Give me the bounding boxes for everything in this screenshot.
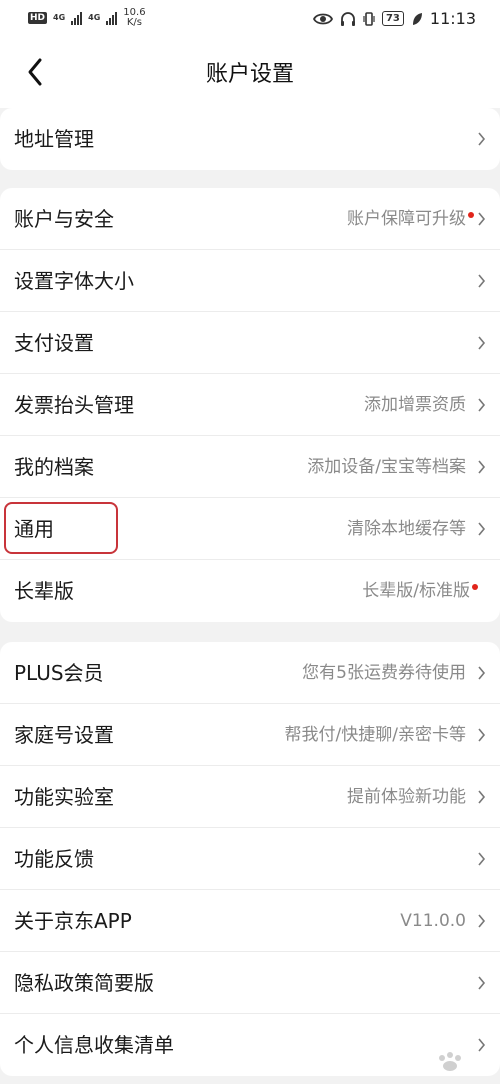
settings-group-3: PLUS会员 您有5张运费券待使用 家庭号设置 帮我付/快捷聊/亲密卡等 功能实… [0,642,500,1076]
settings-item-label: 支付设置 [14,331,94,355]
network-type-2: 4G [88,13,101,22]
network-speed: 10.6 K/s [123,8,145,28]
settings-item-label: 通用 [14,517,54,541]
chevron-right-icon [478,666,486,680]
settings-item-label: 地址管理 [14,127,94,151]
network-speed-unit: K/s [126,17,142,28]
notification-dot [468,212,474,218]
settings-item-font-size[interactable]: 设置字体大小 [0,250,500,312]
status-bar: HD 4G 4G 10.6 K/s 73 11:13 [0,0,500,36]
settings-item-plus[interactable]: PLUS会员 您有5张运费券待使用 [0,642,500,704]
settings-item-payment[interactable]: 支付设置 [0,312,500,374]
watermark-paw-icon [439,1052,461,1071]
settings-item-invoice[interactable]: 发票抬头管理 添加增票资质 [0,374,500,436]
chevron-right-icon [478,212,486,226]
settings-item-privacy[interactable]: 隐私政策简要版 [0,952,500,1014]
settings-item-label: 关于京东APP [14,909,132,933]
settings-item-value: 长辈版/标准版 [362,560,478,622]
chevron-right-icon [478,398,486,412]
clock-time: 11:13 [429,9,476,28]
chevron-right-icon [478,790,486,804]
chevron-right-icon [478,728,486,742]
settings-item-value: V11.0.0 [400,911,466,931]
settings-item-label: 设置字体大小 [14,269,134,293]
settings-item-label: 个人信息收集清单 [14,1033,174,1057]
settings-item-label: 发票抬头管理 [14,393,134,417]
eye-icon [312,13,333,24]
settings-group-1: 地址管理 [0,108,500,170]
status-bar-right: 73 11:13 [312,9,476,28]
settings-item-personal-info[interactable]: 个人信息收集清单 [0,1014,500,1076]
settings-item-value: 您有5张运费券待使用 [302,663,466,683]
settings-item-label: PLUS会员 [14,661,104,685]
settings-item-value: 帮我付/快捷聊/亲密卡等 [284,725,466,745]
settings-item-label: 长辈版 [14,579,74,603]
settings-item-elder-mode[interactable]: 长辈版 长辈版/标准版 [0,560,500,622]
chevron-right-icon [478,976,486,990]
chevron-right-icon [478,522,486,536]
settings-item-profile[interactable]: 我的档案 添加设备/宝宝等档案 [0,436,500,498]
settings-item-address[interactable]: 地址管理 [0,108,500,170]
settings-item-general[interactable]: 通用 清除本地缓存等 [0,498,500,560]
leaf-icon [412,12,422,25]
settings-item-value: 添加增票资质 [364,395,466,415]
chevron-right-icon [478,274,486,288]
nav-bar: 账户设置 [0,36,500,108]
settings-item-feedback[interactable]: 功能反馈 [0,828,500,890]
settings-item-label: 我的档案 [14,455,94,479]
page-title: 账户设置 [205,62,294,87]
settings-item-label: 功能实验室 [14,785,114,809]
settings-item-value: 提前体验新功能 [347,787,466,807]
signal-icon [71,11,83,25]
status-bar-left: HD 4G 4G 10.6 K/s [28,8,146,28]
settings-item-value: 添加设备/宝宝等档案 [307,457,466,477]
settings-item-family[interactable]: 家庭号设置 帮我付/快捷聊/亲密卡等 [0,704,500,766]
settings-item-value: 清除本地缓存等 [347,519,466,539]
chevron-right-icon [478,132,486,146]
settings-item-account-security[interactable]: 账户与安全 账户保障可升级 [0,188,500,250]
signal-icon [106,11,118,25]
settings-item-label: 家庭号设置 [14,723,114,747]
settings-item-label: 隐私政策简要版 [14,971,154,995]
notification-dot [472,584,478,590]
battery-icon: 73 [381,11,404,26]
settings-item-label: 功能反馈 [14,847,94,871]
hd-badge: HD [28,12,48,24]
settings-item-lab[interactable]: 功能实验室 提前体验新功能 [0,766,500,828]
chevron-right-icon [478,460,486,474]
settings-item-about[interactable]: 关于京东APP V11.0.0 [0,890,500,952]
settings-group-2: 账户与安全 账户保障可升级 设置字体大小 支付设置 发票抬头管理 添加增票资质 … [0,188,500,622]
settings-item-label: 账户与安全 [14,207,114,231]
chevron-right-icon [478,336,486,350]
headphones-icon [340,11,355,26]
settings-item-value: 账户保障可升级 [347,188,474,250]
vibrate-icon [363,11,375,26]
chevron-right-icon [478,914,486,928]
network-type-1: 4G [53,13,66,22]
chevron-right-icon [478,852,486,866]
